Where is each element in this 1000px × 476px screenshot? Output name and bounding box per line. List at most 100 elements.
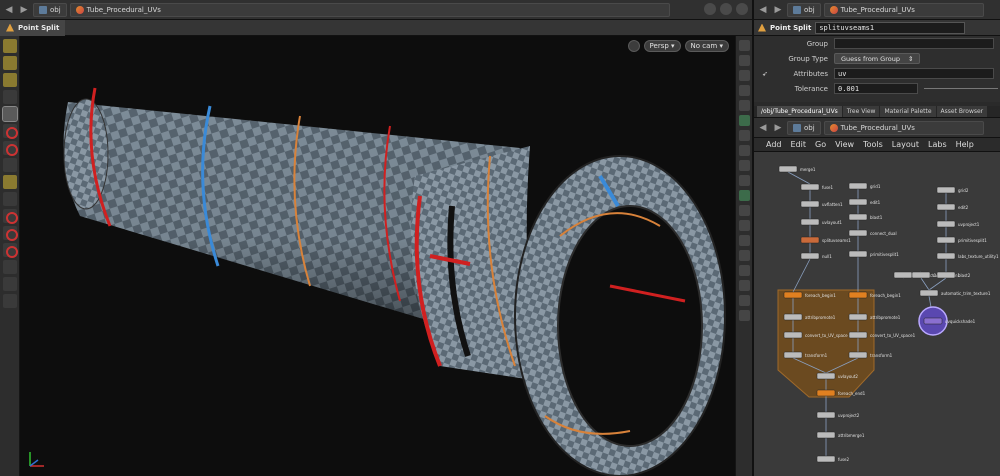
- transform-tool-icon[interactable]: [3, 56, 17, 70]
- param-path-crumb-obj[interactable]: obj: [787, 2, 821, 17]
- tab-asset-browser[interactable]: Asset Browser: [936, 106, 988, 117]
- node-body[interactable]: [936, 271, 956, 279]
- forward-arrow-icon[interactable]: ▶: [772, 3, 784, 17]
- network-node[interactable]: edit2: [936, 203, 969, 211]
- menu-tools[interactable]: Tools: [863, 140, 883, 149]
- normal-display-icon[interactable]: [739, 175, 750, 186]
- node-body[interactable]: [936, 252, 956, 260]
- network-node[interactable]: merge1: [778, 165, 816, 173]
- net-path-crumb-obj[interactable]: obj: [787, 120, 821, 135]
- network-node[interactable]: automatic_trim_texture1: [919, 289, 991, 297]
- node-body[interactable]: [816, 389, 836, 397]
- network-node[interactable]: labs_texture_utility1: [936, 252, 999, 260]
- node-body[interactable]: [783, 331, 803, 339]
- sound-icon[interactable]: [739, 280, 750, 291]
- node-body[interactable]: [783, 351, 803, 359]
- snap-point-icon[interactable]: [3, 277, 17, 291]
- network-node[interactable]: attribpromote1: [783, 313, 836, 321]
- back-arrow-icon[interactable]: ◀: [757, 121, 769, 135]
- node-body[interactable]: [783, 291, 803, 299]
- node-body[interactable]: [783, 313, 803, 321]
- node-body[interactable]: [800, 236, 820, 244]
- node-body[interactable]: [816, 455, 836, 463]
- display-options-icon[interactable]: [739, 40, 750, 51]
- point-numbers-icon[interactable]: [739, 220, 750, 231]
- node-body[interactable]: [936, 220, 956, 228]
- back-arrow-icon[interactable]: ◀: [757, 3, 769, 17]
- network-node[interactable]: grid1: [848, 182, 881, 190]
- network-node[interactable]: uvquickshade1: [918, 306, 976, 336]
- select-groups-icon[interactable]: [3, 192, 17, 206]
- wireframe-icon[interactable]: [739, 55, 750, 66]
- info-icon[interactable]: [739, 310, 750, 321]
- select-connected-icon[interactable]: [3, 226, 18, 241]
- attributes-field[interactable]: uv: [834, 68, 994, 79]
- network-node[interactable]: splituvseams1: [800, 236, 851, 244]
- network-node[interactable]: uvflatten1: [800, 200, 843, 208]
- network-node[interactable]: attribpromote1: [848, 313, 901, 321]
- forward-arrow-icon[interactable]: ▶: [772, 121, 784, 135]
- tolerance-slider[interactable]: [924, 88, 998, 89]
- node-body[interactable]: [919, 289, 939, 297]
- snap-icon[interactable]: [739, 265, 750, 276]
- tolerance-field[interactable]: 0.001: [834, 83, 918, 94]
- camera-menu[interactable]: No cam ▾: [684, 40, 729, 52]
- handle-tool-icon[interactable]: [3, 73, 17, 87]
- forward-arrow-icon[interactable]: ▶: [18, 3, 30, 17]
- network-node[interactable]: connect_dual: [848, 229, 897, 237]
- grid-icon[interactable]: [739, 250, 750, 261]
- network-node[interactable]: edit1: [848, 198, 881, 206]
- network-node[interactable]: foreach_begin1: [848, 291, 901, 299]
- node-body[interactable]: [848, 313, 868, 321]
- network-node[interactable]: uvproject2: [816, 411, 860, 419]
- param-path-crumb-node[interactable]: Tube_Procedural_UVs: [823, 2, 984, 17]
- menu-go[interactable]: Go: [815, 140, 826, 149]
- node-body[interactable]: [848, 351, 868, 359]
- network-node[interactable]: blast1: [848, 213, 883, 221]
- network-node[interactable]: attribmerge1: [816, 431, 865, 439]
- node-body[interactable]: [816, 411, 836, 419]
- node-body[interactable]: [848, 182, 868, 190]
- options-icon[interactable]: [736, 3, 748, 15]
- node-body[interactable]: [893, 271, 913, 279]
- node-body[interactable]: [800, 218, 820, 226]
- lighting-icon[interactable]: [739, 85, 750, 96]
- menu-edit[interactable]: Edit: [791, 140, 807, 149]
- network-node[interactable]: fuse2: [816, 455, 849, 463]
- select-points-icon[interactable]: [3, 124, 18, 139]
- arrow-pointer-icon[interactable]: [3, 90, 17, 104]
- 3d-viewport[interactable]: Persp ▾ No cam ▾: [20, 36, 735, 476]
- network-node[interactable]: uvlayout2: [816, 372, 858, 380]
- node-body[interactable]: [848, 291, 868, 299]
- network-node[interactable]: null1: [800, 252, 832, 260]
- node-body[interactable]: [923, 317, 943, 325]
- select-primitives-icon[interactable]: [3, 175, 17, 189]
- node-body[interactable]: [848, 331, 868, 339]
- persp-menu[interactable]: Persp ▾: [643, 40, 681, 52]
- group-field[interactable]: [834, 38, 994, 49]
- node-name-field[interactable]: splituvseams1: [815, 21, 966, 34]
- camera-icon[interactable]: [739, 235, 750, 246]
- ghost-icon[interactable]: [739, 100, 750, 111]
- network-node[interactable]: convert_to_UV_space1: [848, 331, 916, 339]
- node-body[interactable]: [800, 200, 820, 208]
- node-body[interactable]: [911, 271, 931, 279]
- path-crumb-obj[interactable]: obj: [33, 2, 67, 17]
- menu-view[interactable]: View: [835, 140, 854, 149]
- shaded-icon[interactable]: [739, 70, 750, 81]
- node-body[interactable]: [816, 431, 836, 439]
- network-node[interactable]: transform1: [848, 351, 893, 359]
- network-node[interactable]: grid2: [936, 186, 969, 194]
- network-node[interactable]: convert_to_UV_space: [783, 331, 848, 339]
- network-node[interactable]: foreach_begin1: [783, 291, 836, 299]
- node-body[interactable]: [936, 186, 956, 194]
- teapot-icon[interactable]: [3, 294, 17, 308]
- tab-point-split[interactable]: Point Split: [0, 19, 66, 36]
- template-icon[interactable]: [739, 295, 750, 306]
- group-type-menu[interactable]: Guess from Group ⇕: [834, 53, 921, 64]
- network-node[interactable]: foreach_end1: [816, 389, 866, 397]
- visualize-icon[interactable]: [739, 130, 750, 141]
- select-visible-icon[interactable]: [3, 209, 18, 224]
- network-node[interactable]: primitivesplit1: [936, 236, 987, 244]
- menu-help[interactable]: Help: [956, 140, 974, 149]
